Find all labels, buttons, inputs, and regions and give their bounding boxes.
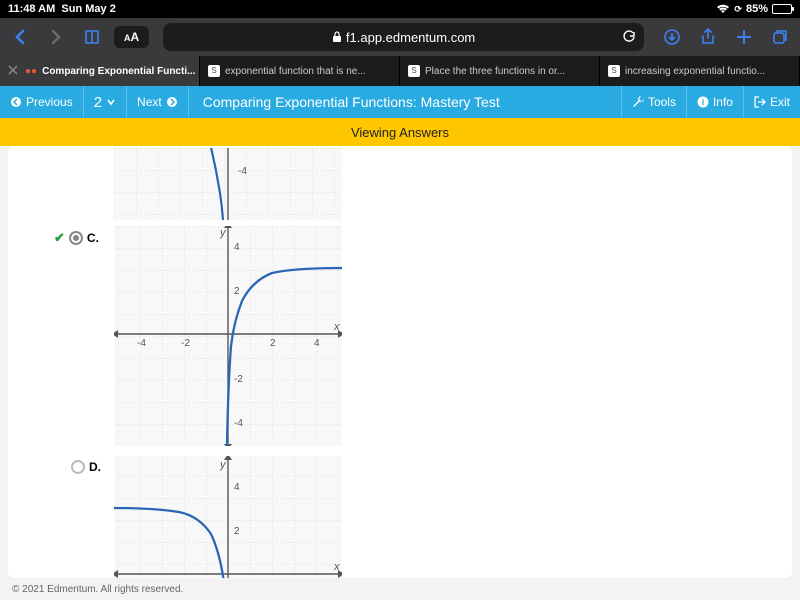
ipad-status-bar: 11:48 AM Sun May 2 ⟳ 85% [0, 0, 800, 18]
favicon-icon [608, 65, 620, 77]
graph-option-c: y x -4-2 24 42 -2-4 [114, 226, 342, 446]
date: Sun May 2 [61, 3, 115, 15]
tab-label: exponential function that is ne... [225, 66, 366, 77]
viewing-answers-banner: Viewing Answers [0, 118, 800, 146]
info-button[interactable]: i Info [686, 86, 743, 118]
footer-copyright: © 2021 Edmentum. All rights reserved. [0, 578, 800, 600]
tab-strip: ●● Comparing Exponential Functi... expon… [0, 56, 800, 86]
wrench-icon [632, 96, 644, 108]
tab-label: increasing exponential functio... [625, 66, 765, 77]
url-bar[interactable]: f1.app.edmentum.com [163, 23, 644, 51]
svg-text:-4: -4 [234, 418, 243, 429]
svg-text:-2: -2 [234, 374, 243, 385]
svg-text:i: i [702, 97, 705, 107]
svg-text:-4: -4 [137, 338, 146, 349]
forward-button[interactable] [42, 23, 70, 51]
downloads-button[interactable] [658, 23, 686, 51]
reader-aa-button[interactable]: AA [114, 26, 149, 48]
favicon-icon [408, 65, 420, 77]
url-host: f1.app.edmentum.com [346, 30, 475, 45]
graph-option-b-partial: -4 [114, 148, 342, 220]
tab-3[interactable]: increasing exponential functio... [600, 56, 800, 86]
chevron-down-icon [106, 97, 116, 107]
svg-text:4: 4 [234, 482, 240, 493]
exit-button[interactable]: Exit [743, 86, 800, 118]
lock-icon [332, 31, 342, 43]
back-button[interactable] [6, 23, 34, 51]
new-tab-button[interactable] [730, 23, 758, 51]
bookmarks-button[interactable] [78, 23, 106, 51]
option-d-marker[interactable]: D. [54, 456, 114, 474]
svg-text:2: 2 [234, 286, 240, 297]
tab-1[interactable]: exponential function that is ne... [200, 56, 400, 86]
tab-0[interactable]: ●● Comparing Exponential Functi... [0, 56, 200, 86]
info-icon: i [697, 96, 709, 108]
radio-selected [69, 231, 83, 245]
favicon-icon [208, 65, 220, 77]
exit-icon [754, 96, 766, 108]
tab-label: Comparing Exponential Functi... [42, 66, 195, 77]
battery-icon [772, 4, 792, 14]
option-c-marker[interactable]: ✔ C. [54, 226, 114, 246]
app-toolbar: Previous 2 Next Comparing Exponential Fu… [0, 86, 800, 118]
svg-text:2: 2 [234, 526, 240, 537]
page-title: Comparing Exponential Functions: Mastery… [189, 86, 621, 118]
battery-percent: 85% [746, 3, 768, 15]
previous-button[interactable]: Previous [0, 86, 84, 118]
svg-text:x: x [333, 321, 340, 333]
svg-text:4: 4 [314, 338, 320, 349]
option-c-label: C. [87, 231, 99, 245]
browser-toolbar: AA f1.app.edmentum.com [0, 18, 800, 56]
tools-button[interactable]: Tools [621, 86, 686, 118]
content-area: -4 ✔ C. y x -4-2 [0, 146, 800, 578]
wifi-icon [716, 4, 730, 14]
tabs-button[interactable] [766, 23, 794, 51]
svg-text:2: 2 [270, 338, 276, 349]
next-button[interactable]: Next [127, 86, 189, 118]
radio-unselected [71, 460, 85, 474]
svg-text:-2: -2 [181, 338, 190, 349]
svg-text:x: x [333, 561, 340, 573]
svg-text:4: 4 [234, 242, 240, 253]
svg-text:-4: -4 [238, 166, 247, 177]
reload-icon[interactable] [622, 30, 636, 44]
check-icon: ✔ [54, 230, 65, 246]
clock: 11:48 AM [8, 3, 55, 15]
close-icon[interactable] [8, 65, 20, 77]
share-button[interactable] [694, 23, 722, 51]
graph-option-d: y x 42 [114, 456, 342, 578]
tab-2[interactable]: Place the three functions in or... [400, 56, 600, 86]
option-d-label: D. [89, 460, 101, 474]
tab-label: Place the three functions in or... [425, 66, 565, 77]
question-number-dropdown[interactable]: 2 [84, 86, 127, 118]
